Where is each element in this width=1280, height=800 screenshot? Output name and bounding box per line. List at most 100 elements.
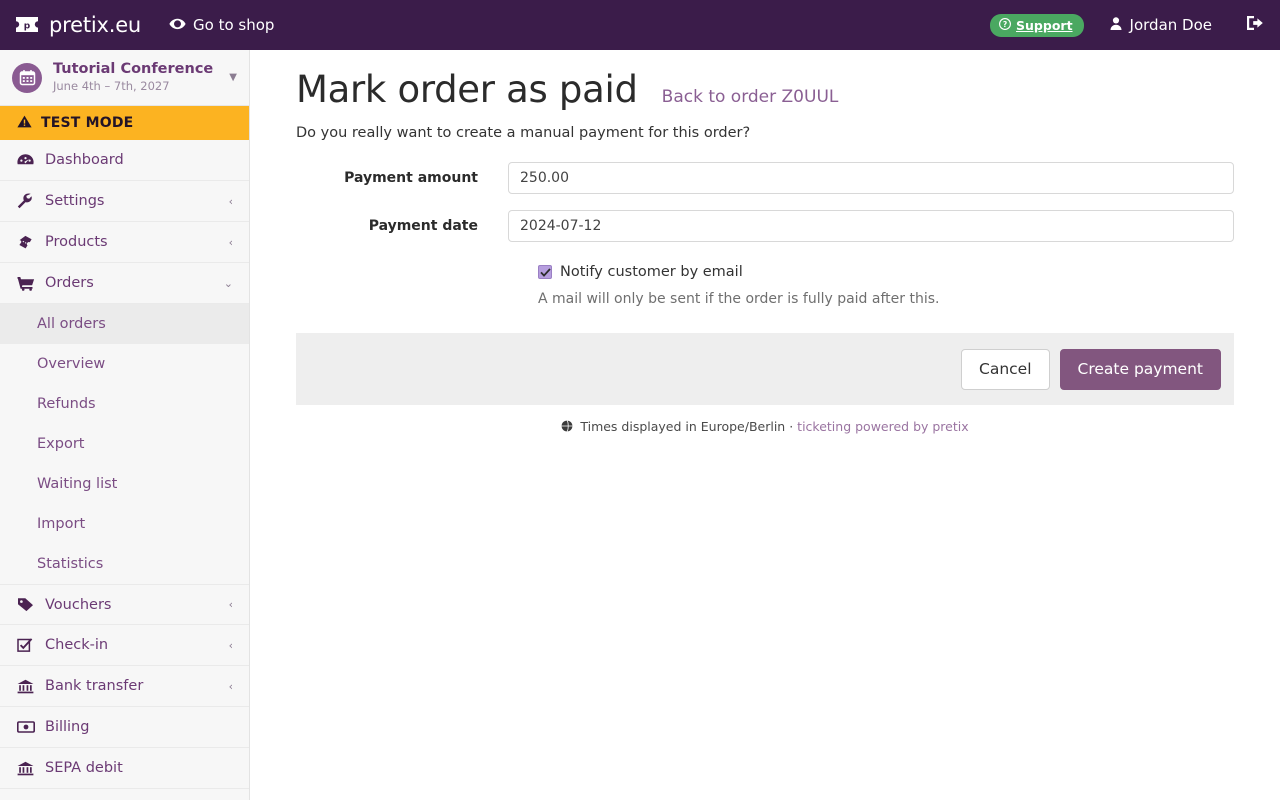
sidebar: Tutorial Conference June 4th – 7th, 2027… xyxy=(0,50,250,800)
go-to-shop-label: Go to shop xyxy=(193,16,275,34)
sidebar-subitem-label: Import xyxy=(37,516,86,532)
sidebar-item-bank-transfer[interactable]: Bank transfer ‹ xyxy=(0,666,249,707)
cancel-button[interactable]: Cancel xyxy=(961,348,1050,390)
event-switcher[interactable]: Tutorial Conference June 4th – 7th, 2027… xyxy=(0,50,249,106)
svg-text:?: ? xyxy=(1003,20,1007,29)
sidebar-item-label: Vouchers xyxy=(45,596,112,613)
sidebar-item-billing[interactable]: Billing xyxy=(0,707,249,748)
test-mode-label: TEST MODE xyxy=(41,115,134,131)
sidebar-subitem-label: Statistics xyxy=(37,556,104,572)
globe-icon xyxy=(561,420,577,435)
sidebar-subitem-all-orders[interactable]: All orders xyxy=(0,304,249,344)
caret-down-icon[interactable]: ▼ xyxy=(223,72,237,83)
notify-customer-label[interactable]: Notify customer by email xyxy=(560,264,743,280)
sidebar-item-orders[interactable]: Orders ⌄ xyxy=(0,263,249,304)
sidebar-item-label: Products xyxy=(45,234,108,250)
money-bill-icon xyxy=(17,721,37,733)
sidebar-item-products[interactable]: Products ‹ xyxy=(0,222,249,263)
event-date-range: June 4th – 7th, 2027 xyxy=(53,79,170,93)
payment-date-input[interactable] xyxy=(508,210,1234,242)
pretix-ticket-logo-icon: p xyxy=(14,14,40,36)
go-to-shop-link[interactable]: Go to shop xyxy=(169,16,274,34)
check-square-icon xyxy=(17,637,37,653)
sidebar-item-label: SEPA debit xyxy=(45,760,123,776)
footer-separator-dot: · xyxy=(789,419,794,434)
question-circle-icon: ? xyxy=(999,17,1011,33)
sidebar-subitem-overview[interactable]: Overview xyxy=(0,344,249,384)
sidebar-subitem-waiting-list[interactable]: Waiting list xyxy=(0,464,249,504)
checkmark-icon xyxy=(539,267,551,277)
powered-by-pretix-link[interactable]: ticketing powered by pretix xyxy=(797,419,968,434)
chevron-down-icon: ⌄ xyxy=(223,276,233,290)
user-icon xyxy=(1110,16,1122,34)
payment-form: Payment amount Payment date Notify custo… xyxy=(250,162,1280,307)
main-content: Mark order as paid Back to order Z0UUL D… xyxy=(250,50,1280,800)
support-button[interactable]: ? Support xyxy=(990,13,1084,37)
sign-out-icon xyxy=(1246,15,1264,35)
sidebar-item-dashboard[interactable]: Dashboard xyxy=(0,140,249,181)
sidebar-item-label: Settings xyxy=(45,193,105,209)
sidebar-item-sepa-debit[interactable]: SEPA debit xyxy=(0,748,249,789)
test-mode-banner: TEST MODE xyxy=(0,106,249,140)
eye-icon xyxy=(169,16,186,34)
payment-amount-row: Payment amount xyxy=(296,162,1234,194)
tickets-icon xyxy=(17,235,37,250)
sidebar-subitem-label: Refunds xyxy=(37,396,96,412)
sidebar-item-label: Bank transfer xyxy=(45,678,144,694)
page-title: Mark order as paid xyxy=(296,68,638,111)
svg-text:p: p xyxy=(24,22,31,32)
user-name-label: Jordan Doe xyxy=(1129,16,1212,34)
payment-amount-label: Payment amount xyxy=(344,170,478,186)
page-description: Do you really want to create a manual pa… xyxy=(296,125,751,141)
back-to-order-link[interactable]: Back to order Z0UUL xyxy=(662,87,839,107)
sidebar-subitem-label: All orders xyxy=(37,316,106,332)
event-info: Tutorial Conference June 4th – 7th, 2027 xyxy=(53,60,223,96)
payment-amount-input[interactable] xyxy=(508,162,1234,194)
sidebar-item-label: Orders xyxy=(45,275,94,291)
sidebar-subitem-statistics[interactable]: Statistics xyxy=(0,544,249,584)
sidebar-item-label: Check-in xyxy=(45,637,109,653)
page-header: Mark order as paid Back to order Z0UUL xyxy=(250,50,1280,111)
top-navigation-bar: p pretix.eu Go to shop ? Support Jordan … xyxy=(0,0,1280,50)
create-payment-button[interactable]: Create payment xyxy=(1059,348,1221,390)
timezone-text: Times displayed in Europe/Berlin xyxy=(580,419,786,434)
warning-triangle-icon xyxy=(17,115,32,132)
event-name: Tutorial Conference xyxy=(53,60,214,77)
chevron-left-icon: ‹ xyxy=(228,598,233,611)
dashboard-icon xyxy=(17,153,37,167)
bank-icon xyxy=(17,761,37,776)
sidebar-item-check-in[interactable]: Check-in ‹ xyxy=(0,625,249,666)
chevron-left-icon: ‹ xyxy=(228,194,233,208)
page-footer: Times displayed in Europe/Berlin · ticke… xyxy=(250,419,1280,435)
sidebar-item-label: Dashboard xyxy=(45,152,124,168)
sidebar-subitem-export[interactable]: Export xyxy=(0,424,249,464)
chevron-left-icon: ‹ xyxy=(228,235,233,249)
sidebar-subitem-refunds[interactable]: Refunds xyxy=(0,384,249,424)
notify-help-text: A mail will only be sent if the order is… xyxy=(538,291,940,307)
payment-date-row: Payment date xyxy=(296,210,1234,242)
payment-date-label: Payment date xyxy=(368,218,478,234)
sidebar-subitem-label: Export xyxy=(37,436,85,452)
top-navigation-right: ? Support Jordan Doe xyxy=(990,13,1280,37)
sidebar-item-label: Billing xyxy=(45,719,90,735)
notify-customer-checkbox[interactable] xyxy=(538,265,552,279)
logout-button[interactable] xyxy=(1246,15,1264,35)
bank-icon xyxy=(17,679,37,694)
sidebar-subitem-label: Overview xyxy=(37,356,106,372)
wrench-icon xyxy=(17,193,37,209)
brand-home-link[interactable]: p pretix.eu xyxy=(14,13,141,37)
chevron-left-icon: ‹ xyxy=(228,679,233,693)
shopping-cart-icon xyxy=(17,276,37,291)
support-label: Support xyxy=(1016,17,1073,33)
chevron-left-icon: ‹ xyxy=(228,638,233,652)
brand-label: pretix.eu xyxy=(49,13,142,37)
form-actions-bar: Cancel Create payment xyxy=(296,333,1234,405)
tag-icon xyxy=(17,597,37,612)
sidebar-subitem-label: Waiting list xyxy=(37,476,118,492)
notify-customer-row: Notify customer by email xyxy=(296,264,1234,280)
calendar-icon xyxy=(12,62,42,93)
sidebar-item-vouchers[interactable]: Vouchers ‹ xyxy=(0,584,249,625)
sidebar-subitem-import[interactable]: Import xyxy=(0,504,249,544)
user-menu-link[interactable]: Jordan Doe xyxy=(1110,16,1212,34)
sidebar-item-settings[interactable]: Settings ‹ xyxy=(0,181,249,222)
